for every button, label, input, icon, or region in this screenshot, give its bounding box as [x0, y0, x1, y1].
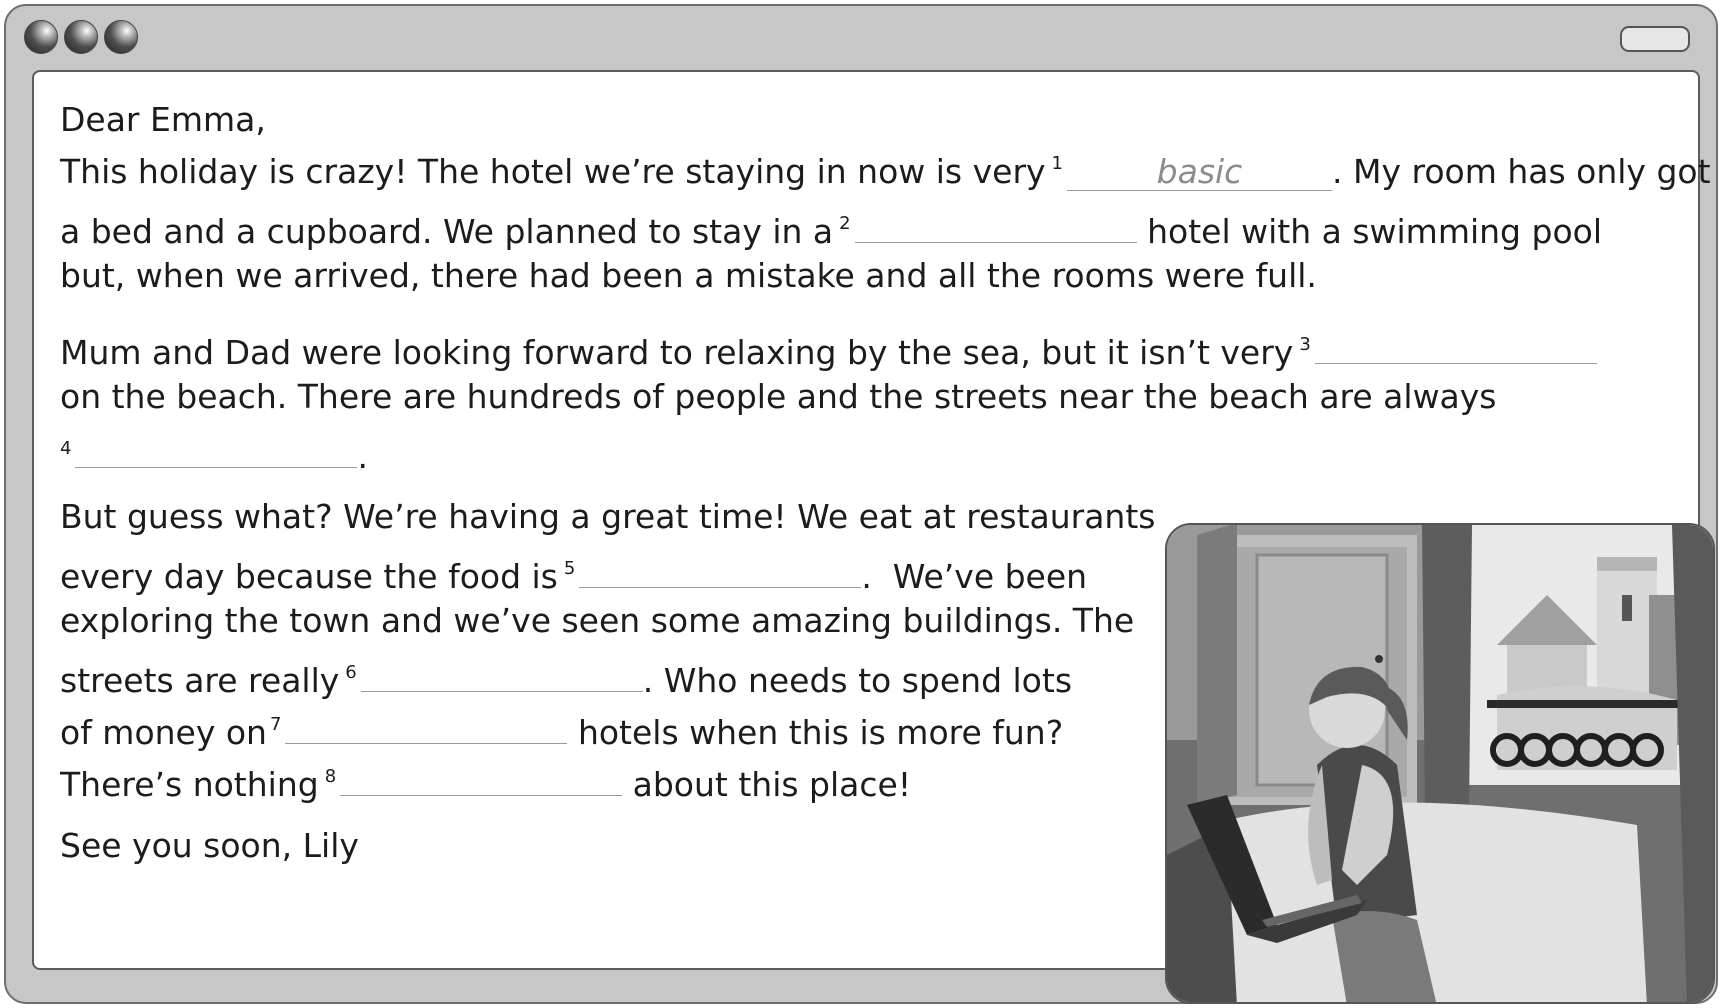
- text: on the beach. There are hundreds of peop…: [60, 377, 1497, 416]
- gap-3-field[interactable]: [1314, 325, 1597, 364]
- text: of money on: [60, 713, 267, 752]
- gap-7-field[interactable]: [285, 705, 568, 744]
- text: exploring the town and we’ve seen some a…: [60, 601, 1135, 640]
- text: .: [357, 437, 368, 476]
- p1-line-3: but, when we arrived, there had been a m…: [60, 256, 1317, 296]
- gap-number-4: 4: [60, 438, 72, 459]
- text: But guess what? We’re having a great tim…: [60, 497, 1156, 536]
- p1-line-2: a bed and a cupboard. We planned to stay…: [60, 204, 1602, 252]
- gap-number-8: 8: [324, 766, 337, 787]
- p2-line-3: 4.: [60, 429, 368, 477]
- text: streets are really: [60, 661, 340, 700]
- p1-line-1: This holiday is crazy! The hotel we’re s…: [60, 152, 1711, 192]
- close-dot-icon[interactable]: [24, 20, 58, 54]
- text: every day because the food is: [60, 557, 558, 596]
- text: about this place!: [632, 765, 912, 804]
- maximize-dot-icon[interactable]: [104, 20, 138, 54]
- girl-with-laptop-illustration: [1165, 523, 1715, 1004]
- text: This holiday is crazy! The hotel we’re s…: [60, 152, 1046, 191]
- gap-4-field[interactable]: [75, 429, 358, 468]
- p2-line-2: on the beach. There are hundreds of peop…: [60, 377, 1497, 417]
- p3-line-2: every day because the food is 5 . We’ve be…: [60, 549, 1087, 597]
- gap-1-example-answer: basic: [1156, 152, 1243, 191]
- text: but, when we arrived, there had been a m…: [60, 256, 1317, 295]
- p3-line-3: exploring the town and we’ve seen some a…: [60, 601, 1134, 641]
- gap-number-3: 3: [1299, 334, 1311, 355]
- gap-number-1: 1: [1051, 153, 1063, 174]
- text: . My room has only got: [1332, 152, 1711, 191]
- gap-number-2: 2: [839, 213, 851, 234]
- text: . Who needs to spend lots: [642, 661, 1073, 700]
- minimize-dot-icon[interactable]: [64, 20, 98, 54]
- p3-line-4: streets are really 6 . Who needs to spend …: [60, 653, 1072, 701]
- text: hotel with a swimming pool: [1147, 212, 1602, 251]
- text: a bed and a cupboard. We planned to stay…: [60, 212, 834, 251]
- gap-5-field[interactable]: [579, 549, 862, 588]
- gap-2-field[interactable]: [854, 204, 1137, 243]
- gap-number-6: 6: [345, 662, 357, 683]
- p3-line-6: There’s nothing 8 about this place!: [60, 757, 911, 805]
- gap-number-7: 7: [269, 714, 282, 735]
- text: hotels when this is more fun?: [577, 713, 1064, 752]
- greeting-text: Dear Emma,: [60, 100, 266, 139]
- text: Mum and Dad were looking forward to rela…: [60, 333, 1294, 372]
- gap-number-5: 5: [563, 558, 576, 579]
- p3-line-5: of money on 7 hotels when this is more fu…: [60, 705, 1063, 753]
- gap-1-answer[interactable]: basic: [1067, 152, 1332, 191]
- greeting: Dear Emma,: [60, 100, 266, 140]
- text: . We’ve been: [861, 557, 1088, 596]
- window-control-button[interactable]: [1620, 26, 1690, 52]
- text: There’s nothing: [60, 765, 319, 804]
- p2-line-1: Mum and Dad were looking forward to rela…: [60, 325, 1597, 373]
- closing: See you soon, Lily: [60, 826, 359, 866]
- gap-8-field[interactable]: [340, 757, 623, 796]
- gap-6-field[interactable]: [360, 653, 643, 692]
- closing-text: See you soon, Lily: [60, 826, 359, 865]
- p3-line-1: But guess what? We’re having a great tim…: [60, 497, 1155, 537]
